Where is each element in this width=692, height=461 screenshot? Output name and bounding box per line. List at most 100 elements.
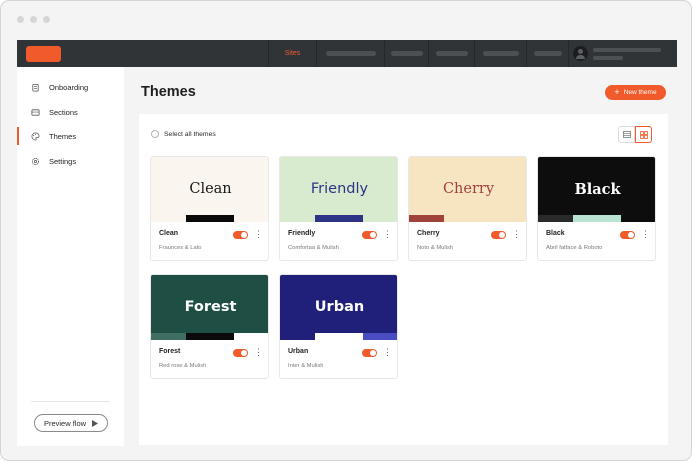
- app-logo[interactable]: [26, 45, 61, 62]
- theme-fonts: Fraunces & Lato: [159, 245, 202, 251]
- sidebar-item-themes[interactable]: Themes: [17, 127, 124, 145]
- grid-icon: [639, 130, 648, 139]
- sidebar-item-label: Themes: [49, 131, 77, 141]
- theme-name: Black: [546, 230, 565, 237]
- nav-sites[interactable]: Sites: [268, 40, 316, 67]
- view-toggle: [618, 126, 652, 143]
- browser-window: Sites Onboarding Sections Themes Setting…: [0, 0, 692, 461]
- sidebar-item-label: Onboarding: [49, 82, 89, 92]
- clipboard-icon: [32, 83, 39, 92]
- more-options-icon[interactable]: ⋮: [254, 347, 263, 358]
- nav-item-placeholder[interactable]: [428, 40, 474, 67]
- nav-item-placeholder[interactable]: [526, 40, 568, 67]
- more-options-icon[interactable]: ⋮: [254, 229, 263, 240]
- plus-icon: +: [614, 87, 620, 97]
- sidebar-item-sections[interactable]: Sections: [17, 103, 124, 121]
- palette-icon: [31, 132, 40, 140]
- theme-enabled-toggle[interactable]: [491, 231, 506, 239]
- new-theme-label: New theme: [623, 89, 657, 96]
- theme-fonts: Noto & Mulish: [417, 245, 454, 251]
- swatch: [186, 333, 234, 340]
- nav-item-placeholder[interactable]: [474, 40, 526, 67]
- theme-enabled-toggle[interactable]: [620, 231, 635, 239]
- theme-fonts: Inter & Mulish: [288, 363, 324, 369]
- swatch: [538, 215, 573, 222]
- theme-preview-text: Urban: [314, 299, 365, 315]
- theme-name: Urban: [288, 348, 309, 355]
- theme-enabled-toggle[interactable]: [233, 231, 248, 239]
- theme-preview-text: Clean: [189, 181, 232, 197]
- theme-enabled-toggle[interactable]: [362, 349, 377, 357]
- divider: [31, 401, 110, 402]
- window-controls: [17, 16, 50, 23]
- gear-icon: [32, 157, 39, 165]
- swatch: [363, 333, 397, 340]
- preview-flow-label: Preview flow: [43, 418, 87, 428]
- theme-preview[interactable]: Clean: [151, 157, 268, 222]
- new-theme-button[interactable]: + New theme: [605, 85, 666, 100]
- theme-fonts: Red rose & Mulish: [159, 363, 207, 369]
- close-dot[interactable]: [17, 16, 24, 23]
- theme-name: Cherry: [417, 230, 440, 237]
- nav-item-placeholder[interactable]: [384, 40, 428, 67]
- preview-flow-button[interactable]: Preview flow: [34, 414, 108, 432]
- select-all-label: Select all themes: [164, 130, 216, 138]
- select-all-checkbox[interactable]: [151, 130, 159, 138]
- theme-enabled-toggle[interactable]: [362, 231, 377, 239]
- nav-sites-label: Sites: [284, 50, 301, 57]
- theme-preview-text: Forest: [184, 299, 237, 315]
- theme-name: Friendly: [288, 230, 316, 237]
- theme-preview[interactable]: Urban: [280, 275, 397, 340]
- theme-preview[interactable]: Cherry: [409, 157, 526, 222]
- sidebar-item-label: Sections: [49, 107, 78, 117]
- theme-preview[interactable]: Friendly: [280, 157, 397, 222]
- user-menu[interactable]: [568, 40, 676, 67]
- top-nav: Sites: [268, 40, 676, 67]
- top-bar: Sites: [17, 40, 677, 67]
- sidebar-item-onboarding[interactable]: Onboarding: [17, 78, 124, 96]
- sidebar: Onboarding Sections Themes Settings Prev…: [17, 67, 124, 446]
- swatch: [234, 333, 268, 340]
- grid-view-button[interactable]: [635, 126, 652, 143]
- sidebar-item-settings[interactable]: Settings: [17, 152, 124, 170]
- more-options-icon[interactable]: ⋮: [383, 347, 392, 358]
- avatar-icon: [573, 46, 588, 61]
- swatch: [315, 333, 363, 340]
- sidebar-item-label: Settings: [49, 156, 77, 166]
- swatch: [409, 215, 444, 222]
- theme-name: Clean: [159, 230, 179, 237]
- list-view-button[interactable]: [618, 126, 635, 143]
- theme-enabled-toggle[interactable]: [233, 349, 248, 357]
- swatch: [573, 215, 621, 222]
- swatch: [151, 333, 186, 340]
- themes-panel: Select all themes Clean Clean ⋮ Fraunces…: [139, 114, 668, 445]
- maximize-dot[interactable]: [43, 16, 50, 23]
- theme-card-forest[interactable]: Forest Forest ⋮ Red rose & Mulish: [150, 274, 269, 379]
- theme-preview[interactable]: Forest: [151, 275, 268, 340]
- layout-icon: [31, 108, 40, 116]
- theme-preview-text: Black: [574, 181, 621, 198]
- list-icon: [622, 131, 631, 138]
- theme-preview[interactable]: Black: [538, 157, 655, 222]
- swatch: [186, 215, 234, 222]
- select-all-control[interactable]: Select all themes: [151, 130, 216, 138]
- nav-item-placeholder[interactable]: [316, 40, 384, 67]
- theme-fonts: Abril fatface & Roboto: [546, 245, 603, 251]
- play-icon: [92, 419, 99, 427]
- swatch: [315, 215, 363, 222]
- theme-preview-text: Friendly: [310, 181, 369, 197]
- theme-card-black[interactable]: Black Black ⋮ Abril fatface & Roboto: [537, 156, 656, 261]
- theme-fonts: Comfortaa & Mulish: [288, 245, 339, 251]
- theme-name: Forest: [159, 348, 181, 355]
- theme-card-cherry[interactable]: Cherry Cherry ⋮ Noto & Mulish: [408, 156, 527, 261]
- theme-card-urban[interactable]: Urban Urban ⋮ Inter & Mulish: [279, 274, 398, 379]
- minimize-dot[interactable]: [30, 16, 37, 23]
- more-options-icon[interactable]: ⋮: [641, 229, 650, 240]
- theme-preview-text: Cherry: [442, 181, 495, 197]
- page-title: Themes: [141, 84, 196, 100]
- theme-card-clean[interactable]: Clean Clean ⋮ Fraunces & Lato: [150, 156, 269, 261]
- more-options-icon[interactable]: ⋮: [512, 229, 521, 240]
- user-info-placeholder: [593, 47, 661, 60]
- more-options-icon[interactable]: ⋮: [383, 229, 392, 240]
- theme-card-friendly[interactable]: Friendly Friendly ⋮ Comfortaa & Mulish: [279, 156, 398, 261]
